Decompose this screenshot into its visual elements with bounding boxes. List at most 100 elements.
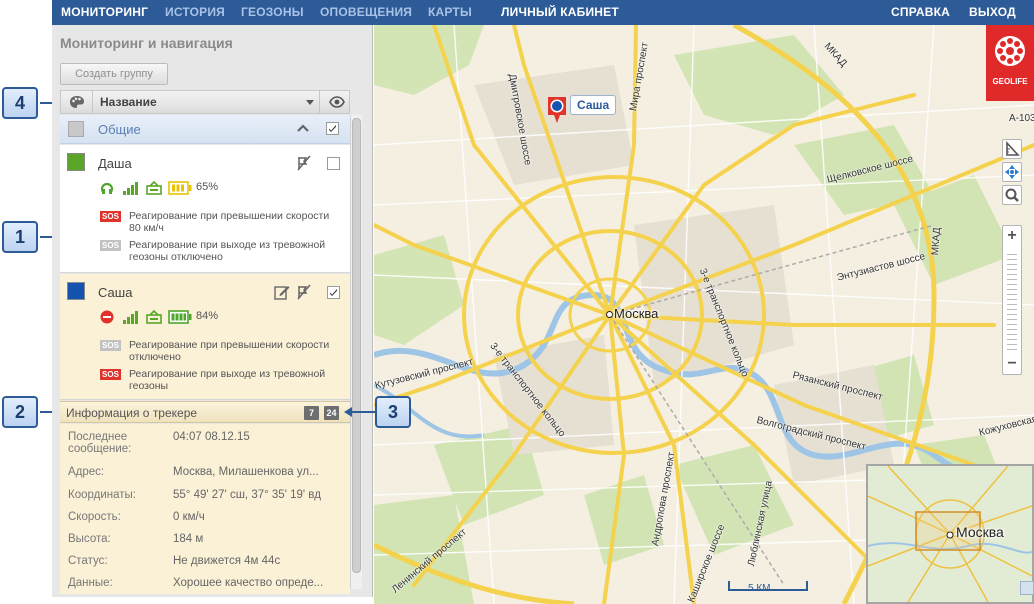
nav-notifications[interactable]: ОПОВЕЩЕНИЯ <box>320 5 412 19</box>
gps-satellite-icon <box>146 310 162 324</box>
alert-text: Реагирование при превышении скорости отк… <box>129 339 330 363</box>
magnifier-icon <box>1005 188 1019 202</box>
panel-scrollbar-thumb[interactable] <box>352 118 361 573</box>
nav-logout[interactable]: ВЫХОД <box>969 5 1016 19</box>
edit-icon[interactable] <box>274 284 290 300</box>
tracker-row-dasha[interactable]: Даша 65% SOS Реагирование при превышении… <box>60 145 350 273</box>
ruler-icon <box>1006 140 1020 156</box>
info-label: Координаты: <box>68 489 136 501</box>
sos-badge: SOS <box>100 240 121 251</box>
tracker-info-body: Последнее сообщение: 04:07 08.12.15 Адре… <box>60 424 350 594</box>
brand-text: GEOLIFE <box>992 77 1028 86</box>
signal-bars-icon <box>123 311 138 324</box>
minimap-toggle-button[interactable] <box>1020 581 1034 595</box>
info-value: Хорошее качество опреде... <box>173 577 324 589</box>
eye-icon[interactable] <box>329 96 345 108</box>
nav-monitoring[interactable]: МОНИТОРИНГ <box>61 5 148 19</box>
map-view[interactable]: Дмитровское шоссе Мира проспект Щелковск… <box>374 25 1034 604</box>
callout-1: 1 <box>2 221 38 253</box>
tracker-visibility-checkbox[interactable] <box>327 157 340 170</box>
info-value: 0 км/ч <box>173 511 205 523</box>
calendar-7-icon[interactable]: 7 <box>304 406 319 420</box>
alert-text: Реагирование при выходе из тревожной гео… <box>129 239 326 263</box>
info-label: Скорость: <box>68 511 121 523</box>
zoom-in-button[interactable]: + <box>1003 226 1021 246</box>
group-visibility-checkbox[interactable] <box>326 122 339 135</box>
info-value: Москва, Милашенкова ул... <box>173 466 319 478</box>
panel-title: Мониторинг и навигация <box>60 35 233 51</box>
tracker-info-header[interactable]: Информация о трекере 7 24 <box>60 401 350 423</box>
tracker-color-swatch[interactable] <box>67 282 85 300</box>
column-name-header[interactable]: Название <box>100 95 157 109</box>
tracker-marker-label[interactable]: Саша <box>570 95 617 115</box>
zoom-slider[interactable]: + − <box>1002 225 1022 375</box>
ruler-tool-button[interactable] <box>1002 139 1022 159</box>
calendar-24-icon[interactable]: 24 <box>324 406 339 420</box>
tracker-name: Саша <box>98 285 133 300</box>
signal-bars-icon <box>123 182 138 195</box>
nav-account[interactable]: ЛИЧНЫЙ КАБИНЕТ <box>501 5 619 19</box>
group-label: Общие <box>98 122 141 137</box>
callout-2: 2 <box>2 396 38 428</box>
info-value: Не движется 4м 44с <box>173 555 281 567</box>
tracker-marker[interactable] <box>546 95 568 125</box>
alert-text: Реагирование при превышении скорости 80 … <box>129 210 330 234</box>
geozone-alert: SOS Реагирование при выходе из тревожной… <box>100 368 340 392</box>
sos-badge: SOS <box>100 369 121 380</box>
group-color-swatch[interactable] <box>68 121 84 137</box>
tracker-table-header: Название <box>60 90 350 114</box>
tracker-info-title: Информация о трекере <box>66 406 198 420</box>
tracking-off-icon[interactable] <box>296 155 312 171</box>
chevron-up-icon[interactable] <box>297 123 309 133</box>
zoom-scale[interactable] <box>1007 250 1017 350</box>
info-label: Адрес: <box>68 466 105 478</box>
info-value: 55° 49' 27' сш, 37° 35' 19' вд <box>173 489 321 501</box>
nav-maps[interactable]: КАРТЫ <box>428 5 472 19</box>
zoom-tool-button[interactable] <box>1002 185 1022 205</box>
move-icon <box>1005 165 1019 179</box>
callout-3-arrow <box>350 411 376 413</box>
tracker-name: Даша <box>98 156 132 171</box>
battery-icon <box>168 310 192 324</box>
tracker-row-sasha[interactable]: Саша 84% SOS Реагирование при превышении… <box>60 274 350 400</box>
pan-tool-button[interactable] <box>1002 162 1022 182</box>
speed-alert: SOS Реагирование при превышении скорости… <box>100 339 340 363</box>
tracker-visibility-checkbox[interactable] <box>327 286 340 299</box>
info-label: Последнее сообщение: <box>68 431 132 455</box>
alert-text: Реагирование при выходе из тревожной гео… <box>129 368 326 392</box>
minimap-city-label: Москва <box>956 524 1004 540</box>
city-dot <box>606 311 613 318</box>
callout-4: 4 <box>2 87 38 119</box>
map-scale-label: 5 КМ <box>748 583 771 594</box>
geozone-alert: SOS Реагирование при выходе из тревожной… <box>100 239 340 263</box>
geolife-logo[interactable]: GEOLIFE <box>986 25 1034 101</box>
tracking-off-icon[interactable] <box>296 284 312 300</box>
create-group-button[interactable]: Создать группу <box>60 63 168 85</box>
tracker-color-swatch[interactable] <box>67 153 85 171</box>
sort-arrow-icon[interactable] <box>306 100 314 105</box>
nav-help[interactable]: СПРАВКА <box>891 5 950 19</box>
battery-percent: 84% <box>196 310 219 322</box>
offline-status-icon <box>100 310 114 324</box>
zoom-out-button[interactable]: − <box>1003 354 1021 374</box>
palette-icon[interactable] <box>69 95 85 109</box>
info-label: Данные: <box>68 577 113 589</box>
nav-geozones[interactable]: ГЕОЗОНЫ <box>241 5 304 19</box>
online-status-icon <box>100 182 114 194</box>
monitoring-panel: Мониторинг и навигация Создать группу На… <box>52 25 373 597</box>
nav-history[interactable]: ИСТОРИЯ <box>165 5 225 19</box>
callout-3: 3 <box>375 396 411 428</box>
overview-minimap[interactable]: Москва <box>866 464 1034 604</box>
info-label: Статус: <box>68 555 108 567</box>
minimap-canvas <box>868 466 1032 602</box>
geolife-logo-icon <box>995 36 1025 66</box>
info-value: 184 м <box>173 533 204 545</box>
header-separator <box>92 91 93 113</box>
group-row-general[interactable]: Общие <box>60 115 350 144</box>
info-value: 04:07 08.12.15 <box>173 431 250 443</box>
battery-icon <box>168 181 192 195</box>
speed-alert: SOS Реагирование при превышении скорости… <box>100 210 340 234</box>
battery-percent: 65% <box>196 181 219 193</box>
info-label: Высота: <box>68 533 111 545</box>
sos-badge: SOS <box>100 211 121 222</box>
